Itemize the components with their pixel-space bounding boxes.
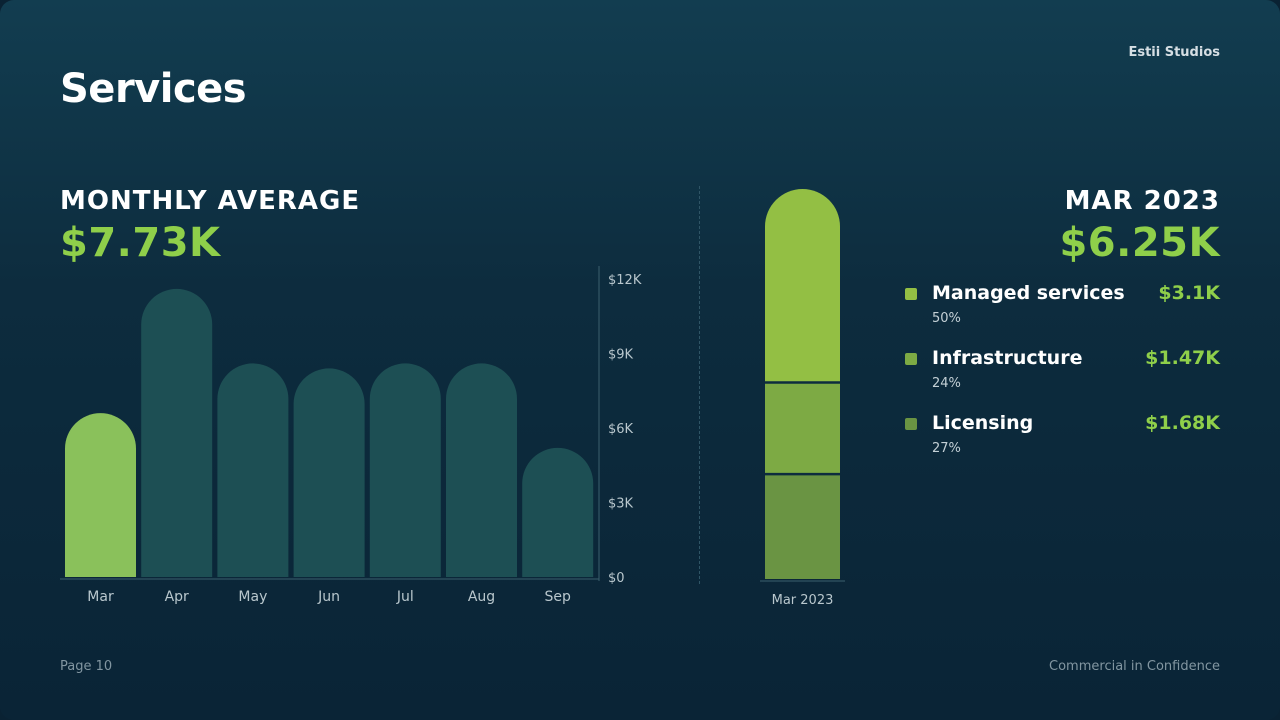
bar-jul — [369, 363, 441, 577]
x-tick-label: Mar 2023 — [772, 593, 834, 608]
x-tick-label: Jun — [317, 589, 340, 605]
legend-swatch — [905, 353, 917, 365]
legend-swatch — [905, 288, 917, 300]
stack-segment-licensing — [765, 474, 840, 579]
current-period-value: $6.25K — [1059, 220, 1220, 266]
legend-label: Licensing — [932, 412, 1034, 434]
legend-percent: 50% — [932, 311, 961, 326]
legend-item-licensing: Licensing 27% $1.68K — [905, 412, 1220, 477]
y-tick-label: $12K — [608, 273, 642, 288]
x-tick-label: Jul — [396, 589, 414, 605]
stack-segment-managed-services — [765, 189, 840, 383]
y-tick-label: $0 — [608, 571, 625, 586]
legend-value: $1.68K — [1145, 412, 1220, 434]
bar-mar — [65, 413, 136, 577]
breakdown-legend: Managed services 50% $3.1K Infrastructur… — [905, 282, 1220, 477]
y-tick-label: $9K — [608, 348, 634, 363]
confidentiality-note: Commercial in Confidence — [1049, 659, 1220, 674]
brand-name: Estii Studios — [1128, 45, 1220, 60]
legend-percent: 24% — [932, 376, 961, 391]
x-tick-label: Mar — [87, 589, 114, 605]
legend-value: $1.47K — [1145, 347, 1220, 369]
x-tick-label: Sep — [545, 589, 572, 605]
bar-aug — [446, 363, 517, 577]
legend-label: Managed services — [932, 282, 1125, 304]
bar-may — [217, 363, 289, 577]
legend-value: $3.1K — [1158, 282, 1220, 304]
x-tick-label: Aug — [468, 589, 495, 605]
y-tick-label: $6K — [608, 422, 634, 437]
stacked-bar-chart: Mar 2023 — [760, 189, 845, 608]
x-tick-label: May — [238, 589, 267, 605]
monthly-bar-chart: $0 $3K $6K $9K $12K Mar Apr May Jun Jul Aug Sep — [60, 266, 642, 605]
current-period-label: MAR 2023 — [1064, 186, 1220, 216]
legend-swatch — [905, 418, 917, 430]
stack-segment-infrastructure — [765, 382, 840, 475]
x-tick-label: Apr — [165, 589, 189, 605]
bar-apr — [141, 288, 213, 577]
bar-sep — [522, 447, 594, 577]
slide: Estii Studios Services MONTHLY AVERAGE $… — [0, 0, 1280, 720]
y-tick-label: $3K — [608, 497, 634, 512]
legend-label: Infrastructure — [932, 347, 1083, 369]
page-number: Page 10 — [60, 659, 113, 674]
legend-item-infrastructure: Infrastructure 24% $1.47K — [905, 347, 1220, 412]
bar-jun — [293, 368, 365, 577]
legend-percent: 27% — [932, 441, 961, 456]
legend-item-managed-services: Managed services 50% $3.1K — [905, 282, 1220, 347]
